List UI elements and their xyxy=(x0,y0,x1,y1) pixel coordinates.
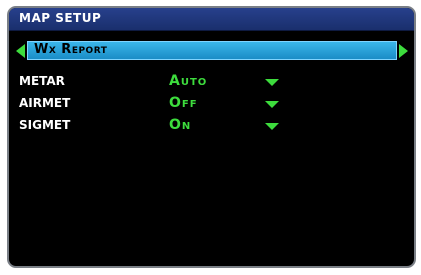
setting-label: SIGMET xyxy=(19,118,71,132)
title-bar: MAP SETUP xyxy=(9,8,414,31)
right-arrow-icon[interactable] xyxy=(399,44,408,58)
setting-row-sigmet[interactable]: SIGMET On xyxy=(9,116,414,136)
dropdown-arrow-icon[interactable] xyxy=(265,101,279,108)
display-bezel: MAP SETUP Wx Report METAR Auto AIRMET Of… xyxy=(0,0,421,275)
group-selector-field[interactable]: Wx Report xyxy=(27,41,397,60)
group-selector-value: Wx Report xyxy=(34,42,108,57)
window-title: MAP SETUP xyxy=(19,11,102,25)
dropdown-arrow-icon[interactable] xyxy=(265,79,279,86)
group-selector[interactable]: Wx Report xyxy=(13,40,410,62)
setting-value[interactable]: On xyxy=(169,117,191,133)
setting-label: METAR xyxy=(19,74,65,88)
dropdown-arrow-icon[interactable] xyxy=(265,123,279,130)
setting-value[interactable]: Off xyxy=(169,95,198,111)
setting-row-metar[interactable]: METAR Auto xyxy=(9,72,414,92)
setting-value[interactable]: Auto xyxy=(169,73,207,89)
setting-label: AIRMET xyxy=(19,96,71,110)
map-setup-window: MAP SETUP Wx Report METAR Auto AIRMET Of… xyxy=(7,6,416,268)
left-arrow-icon[interactable] xyxy=(16,44,25,58)
setting-row-airmet[interactable]: AIRMET Off xyxy=(9,94,414,114)
